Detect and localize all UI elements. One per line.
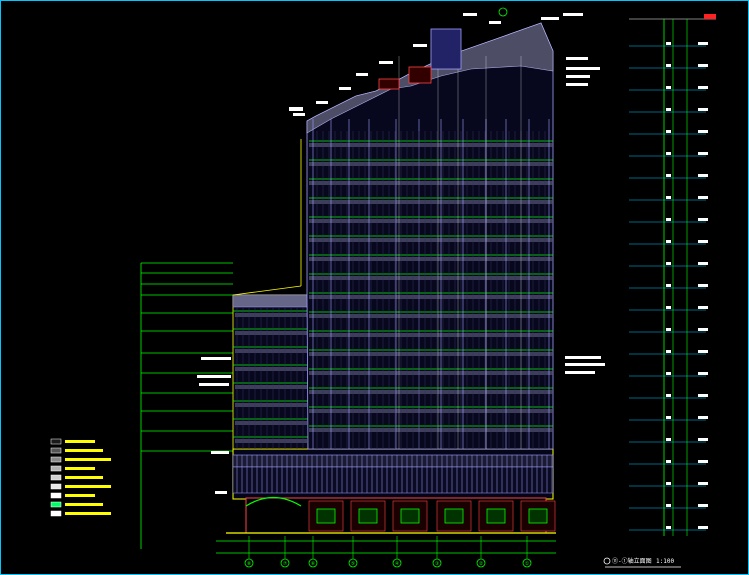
level-mark [698,394,708,397]
legend-label-bar [65,503,103,506]
floor-spandrel [235,349,307,353]
legend-label-bar [65,458,111,461]
drawing-scale: 1:100 [656,558,674,565]
floor-spandrel [235,313,307,317]
bottom-dimension-line [216,536,556,559]
drawing-title: ⑪-①轴立面图 [612,557,652,565]
right-level-scale [629,14,716,536]
level-value-mark [666,438,671,441]
level-value-mark [666,108,671,111]
legend-label-bar [65,467,95,470]
level-mark [698,196,708,199]
level-mark [698,350,708,353]
level-mark [698,460,708,463]
level-value-mark [666,130,671,133]
axis-label: ② [479,561,484,567]
floor-spandrel [235,421,307,425]
low-wing-facade [232,294,309,450]
level-value-mark [666,504,671,507]
floor-spandrel [235,367,307,371]
legend-swatch [50,510,62,517]
axis-label: ① [525,561,530,567]
legend-swatch [50,474,62,481]
axis-label: ③ [435,561,440,567]
legend-label-bar [65,440,95,443]
axis-label: ⑧ [247,561,252,567]
level-value-mark [666,64,671,67]
axis-label: ⑥ [311,561,316,567]
storefront-door [316,508,336,524]
level-value-mark [666,460,671,463]
floor-spandrel [235,385,307,389]
level-value-mark [666,372,671,375]
legend-swatch [50,438,62,445]
level-mark [698,218,708,221]
level-value-mark [666,196,671,199]
level-value-mark [666,174,671,177]
material-legend [50,438,111,517]
legend-label-bar [65,485,111,488]
legend-swatch [50,492,62,499]
level-value-mark [666,350,671,353]
axis-label: ⑤ [351,561,356,567]
floor-spandrel [235,403,307,407]
level-value-mark [666,262,671,265]
storefront-door [358,508,378,524]
legend-swatch [50,447,62,454]
level-value-mark [666,482,671,485]
level-value-mark [666,416,671,419]
level-value-mark [666,218,671,221]
axis-label: ④ [395,561,400,567]
legend-swatch [50,501,62,508]
drawing-title-block: ⑪-①轴立面图 1:100 [603,557,681,568]
level-value-mark [666,240,671,243]
level-mark [698,372,708,375]
podium-base [226,448,556,534]
storefront-door [400,508,420,524]
level-mark [698,152,708,155]
legend-label-bar [65,494,95,497]
storefront-door [486,508,506,524]
level-value-mark [666,284,671,287]
level-mark [698,240,708,243]
level-value-mark [666,526,671,529]
level-mark [698,482,708,485]
elevation-drawing-canvas[interactable]: ⑧ ⑦ ⑥ ⑤ ④ ③ ② ① ⑪-①轴立面图 1:100 [1,1,748,574]
legend-swatch [50,456,62,463]
cad-drawing-viewport[interactable]: ⑧ ⑦ ⑥ ⑤ ④ ③ ② ① ⑪-①轴立面图 1:100 [0,0,749,575]
legend-label-bar [65,476,103,479]
legend-swatch [50,483,62,490]
storefront-door [444,508,464,524]
level-mark [698,86,708,89]
level-mark [698,504,708,507]
axis-label: ⑦ [283,561,288,567]
level-value-mark [666,152,671,155]
legend-label-bar [65,449,103,452]
level-value-mark [666,42,671,45]
legend-label-bar [65,512,111,515]
level-mark [698,438,708,441]
level-mark [698,306,708,309]
level-mark [698,284,708,287]
level-mark [698,130,708,133]
storefront-door [528,508,548,524]
level-value-mark [666,394,671,397]
level-mark [698,416,708,419]
level-mark [698,42,708,45]
grid-axis-bubbles: ⑧ ⑦ ⑥ ⑤ ④ ③ ② ① [244,558,532,568]
left-dimension-lines [140,262,233,549]
level-mark [698,328,708,331]
floor-spandrel [235,439,307,443]
level-value-mark [666,328,671,331]
legend-swatch [50,465,62,472]
level-mark [698,174,708,177]
level-mark [698,262,708,265]
floor-spandrel [235,331,307,335]
level-mark [698,108,708,111]
level-mark [698,64,708,67]
level-value-mark [666,306,671,309]
level-mark [698,526,708,529]
level-value-mark [666,86,671,89]
